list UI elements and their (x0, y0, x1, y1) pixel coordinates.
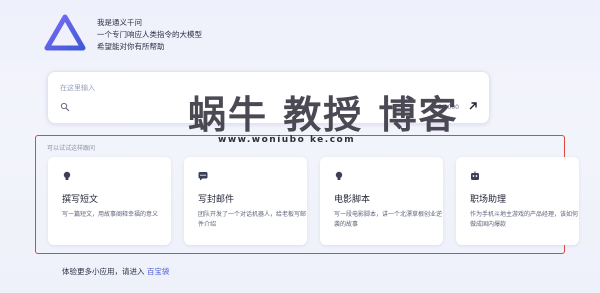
suggestion-card-write-essay[interactable]: 撰写短文 写一篇短文，用故事阐释幸福的意义 (48, 157, 171, 245)
card-title: 写封邮件 (198, 195, 235, 205)
char-counter: 0/1000 (438, 104, 459, 111)
footer-text: 体验更多小应用，请进入 (62, 267, 145, 276)
card-title: 撰写短文 (62, 195, 99, 205)
brush-icon[interactable] (60, 102, 70, 112)
prompt-input-box[interactable]: 在这里输入 0/1000 (47, 71, 490, 124)
intro-line-2: 一个专门响应人类指令的大模型 (97, 30, 202, 39)
suggestion-card-work-assistant[interactable]: 职场助理 作为手机斗地主游戏的产品经理，该如何做成国内爆款 (456, 157, 579, 245)
suggestion-card-movie-script[interactable]: 电影脚本 写一段电影脚本，讲一个北漂草根创业逆袭的故事 (320, 157, 443, 245)
tongyi-logo-icon (44, 14, 86, 51)
char-max: /1000 (441, 104, 459, 111)
bulb-icon (63, 171, 71, 180)
footer-more-apps: 体验更多小应用，请进入 百宝袋 (62, 266, 169, 277)
prompt-input[interactable]: 在这里输入 (60, 83, 95, 93)
suggestions-title: 可以试试这样跟问 (47, 145, 96, 152)
card-desc: 写一篇短文，用故事阐释幸福的意义 (62, 211, 159, 218)
suggestion-card-write-email[interactable]: 写封邮件 团队开发了一个对话机器人，给老板写邮件介绍 (184, 157, 307, 245)
card-title: 电影脚本 (334, 195, 371, 205)
card-title: 职场助理 (470, 195, 507, 205)
lightbulb-icon (335, 171, 343, 180)
intro-line-1: 我是通义千问 (97, 18, 142, 27)
send-arrow-icon[interactable] (467, 100, 479, 112)
intro-line-3: 希望能对你有所帮助 (97, 42, 165, 51)
card-desc: 写一段电影脚本，讲一个北漂草根创业逆袭的故事 (334, 211, 443, 228)
robot-icon (471, 171, 479, 180)
card-desc: 作为手机斗地主游戏的产品经理，该如何做成国内爆款 (470, 211, 579, 228)
chat-bubble-icon (198, 172, 208, 181)
treasure-bag-link[interactable]: 百宝袋 (147, 267, 170, 276)
card-desc: 团队开发了一个对话机器人，给老板写邮件介绍 (198, 211, 307, 228)
assistant-intro: 我是通义千问 一个专门响应人类指令的大模型 希望能对你有所帮助 (97, 17, 202, 53)
